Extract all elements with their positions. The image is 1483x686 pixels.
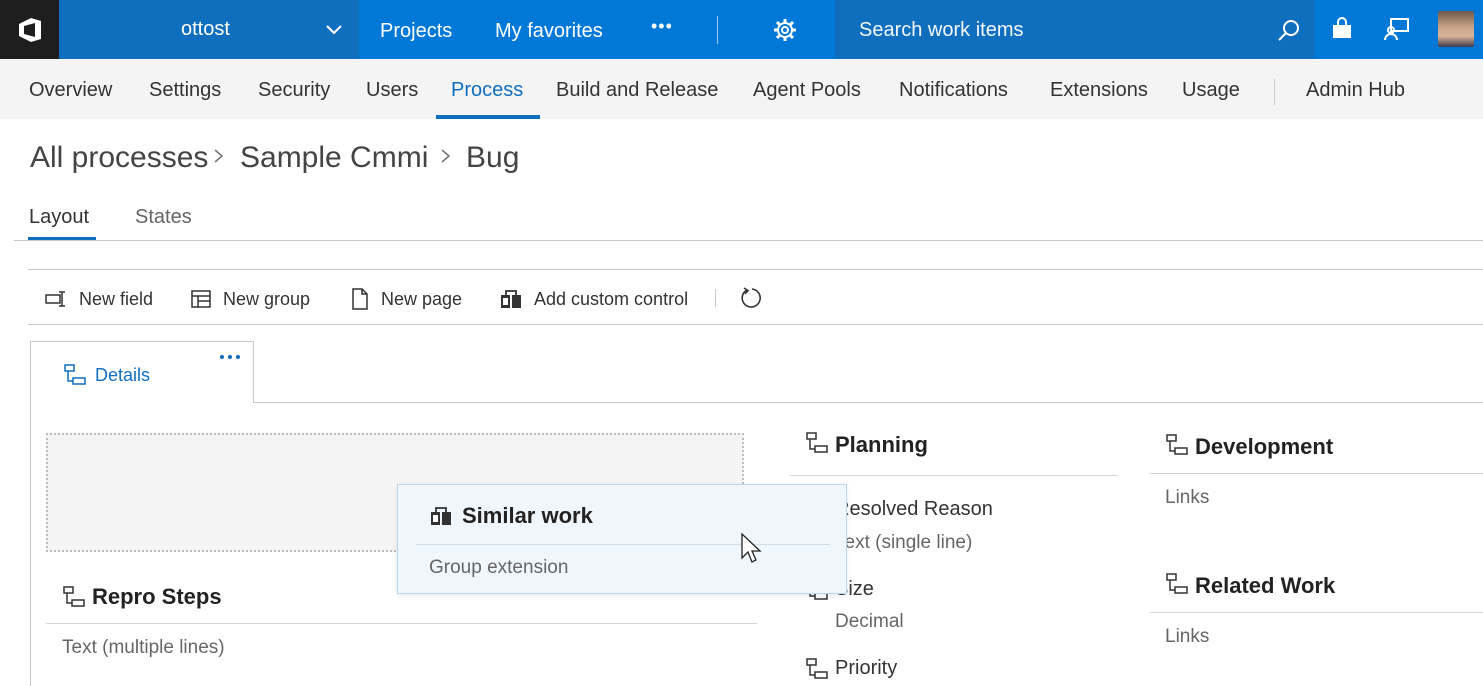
group-title-repro-steps[interactable]: Repro Steps bbox=[92, 584, 222, 610]
search-icon[interactable] bbox=[1277, 18, 1301, 47]
extension-icon bbox=[500, 288, 522, 310]
field-priority[interactable]: Priority bbox=[835, 657, 897, 680]
toolbar-top-border bbox=[28, 269, 1483, 270]
new-page-button[interactable]: New page bbox=[351, 286, 462, 312]
group-title-planning[interactable]: Planning bbox=[835, 432, 928, 458]
group-divider bbox=[1150, 612, 1483, 613]
field-icon bbox=[806, 658, 828, 685]
search-placeholder: Search work items bbox=[859, 19, 1024, 41]
vsts-logo-icon[interactable] bbox=[0, 0, 59, 59]
toolbar-divider bbox=[715, 289, 716, 307]
drag-card-subtitle: Group extension bbox=[429, 557, 569, 578]
group-title-related-work[interactable]: Related Work bbox=[1195, 573, 1335, 599]
feedback-icon[interactable] bbox=[1384, 17, 1410, 46]
top-bar: ottost Projects My favorites ••• Search … bbox=[0, 0, 1483, 59]
breadcrumb-process[interactable]: Sample Cmmi bbox=[240, 141, 428, 175]
add-custom-control-label: Add custom control bbox=[534, 288, 689, 309]
chevron-right-icon bbox=[212, 143, 226, 176]
field-type-repro-steps: Text (multiple lines) bbox=[62, 637, 225, 658]
field-type-resolved-reason: Text (single line) bbox=[835, 532, 973, 553]
links-control-related-work: Links bbox=[1165, 626, 1210, 647]
group-divider bbox=[790, 475, 1118, 476]
breadcrumb-all-processes[interactable]: All processes bbox=[30, 141, 208, 175]
hub-process[interactable]: Process bbox=[451, 79, 523, 102]
hub-admin-hub[interactable]: Admin Hub bbox=[1306, 79, 1405, 102]
refresh-icon[interactable] bbox=[740, 286, 764, 315]
tab-divider bbox=[14, 240, 1483, 241]
page-tab-details[interactable]: Details bbox=[30, 341, 254, 403]
page-icon bbox=[64, 364, 86, 391]
group-title-development[interactable]: Development bbox=[1195, 434, 1333, 460]
toolbar-bottom-border bbox=[28, 324, 1483, 325]
mouse-cursor-icon bbox=[740, 532, 762, 570]
hub-settings[interactable]: Settings bbox=[149, 79, 221, 102]
new-field-button[interactable]: New field bbox=[45, 286, 153, 312]
user-avatar[interactable] bbox=[1438, 11, 1474, 47]
links-control-development: Links bbox=[1165, 487, 1210, 508]
group-divider bbox=[46, 623, 757, 624]
group-divider bbox=[1150, 473, 1483, 474]
nav-divider bbox=[717, 16, 718, 44]
new-group-button[interactable]: New group bbox=[191, 286, 310, 312]
nav-my-favorites[interactable]: My favorites bbox=[495, 20, 603, 43]
new-field-icon bbox=[45, 290, 67, 308]
new-field-label: New field bbox=[79, 288, 154, 309]
more-nav-button[interactable]: ••• bbox=[651, 16, 673, 37]
page-tab-label: Details bbox=[95, 365, 151, 385]
new-page-label: New page bbox=[381, 288, 463, 309]
gear-icon bbox=[774, 18, 796, 41]
tab-states[interactable]: States bbox=[135, 206, 192, 229]
hub-overview[interactable]: Overview bbox=[29, 79, 112, 102]
hub-extensions[interactable]: Extensions bbox=[1050, 79, 1148, 102]
group-icon bbox=[63, 586, 85, 613]
hub-agent-pools[interactable]: Agent Pools bbox=[753, 79, 861, 102]
settings-gear-button[interactable] bbox=[735, 0, 835, 59]
account-name: ottost bbox=[181, 18, 230, 40]
active-hub-indicator bbox=[436, 115, 540, 119]
breadcrumb-work-item-type: Bug bbox=[466, 141, 520, 174]
group-icon bbox=[1166, 434, 1188, 461]
field-type-size: Decimal bbox=[835, 611, 904, 632]
field-resolved-reason[interactable]: Resolved Reason bbox=[835, 498, 993, 521]
drag-card-title: Similar work bbox=[462, 503, 593, 528]
group-icon bbox=[806, 432, 828, 459]
nav-projects[interactable]: Projects bbox=[380, 20, 452, 43]
new-group-label: New group bbox=[223, 288, 311, 309]
hub-divider bbox=[1274, 79, 1275, 105]
account-switcher[interactable]: ottost bbox=[59, 0, 359, 59]
more-options-icon[interactable] bbox=[219, 350, 241, 368]
group-icon bbox=[1166, 573, 1188, 600]
add-custom-control-button[interactable]: Add custom control bbox=[500, 286, 688, 312]
extension-icon bbox=[430, 505, 452, 532]
chevron-down-icon bbox=[325, 20, 343, 44]
hub-bar bbox=[0, 59, 1483, 119]
drag-card-divider bbox=[416, 544, 830, 545]
new-group-icon bbox=[191, 290, 211, 308]
dragged-group-card[interactable]: Similar work Group extension bbox=[397, 484, 847, 594]
hub-security[interactable]: Security bbox=[258, 79, 330, 102]
chevron-right-icon bbox=[439, 143, 453, 176]
hub-users[interactable]: Users bbox=[366, 79, 418, 102]
hub-usage[interactable]: Usage bbox=[1182, 79, 1240, 102]
new-page-icon bbox=[351, 288, 369, 310]
tab-layout[interactable]: Layout bbox=[29, 206, 89, 229]
marketplace-bag-icon[interactable] bbox=[1330, 17, 1354, 46]
search-work-items-input[interactable]: Search work items bbox=[835, 0, 1315, 59]
hub-notifications[interactable]: Notifications bbox=[899, 79, 1008, 102]
hub-build-and-release[interactable]: Build and Release bbox=[556, 79, 718, 102]
